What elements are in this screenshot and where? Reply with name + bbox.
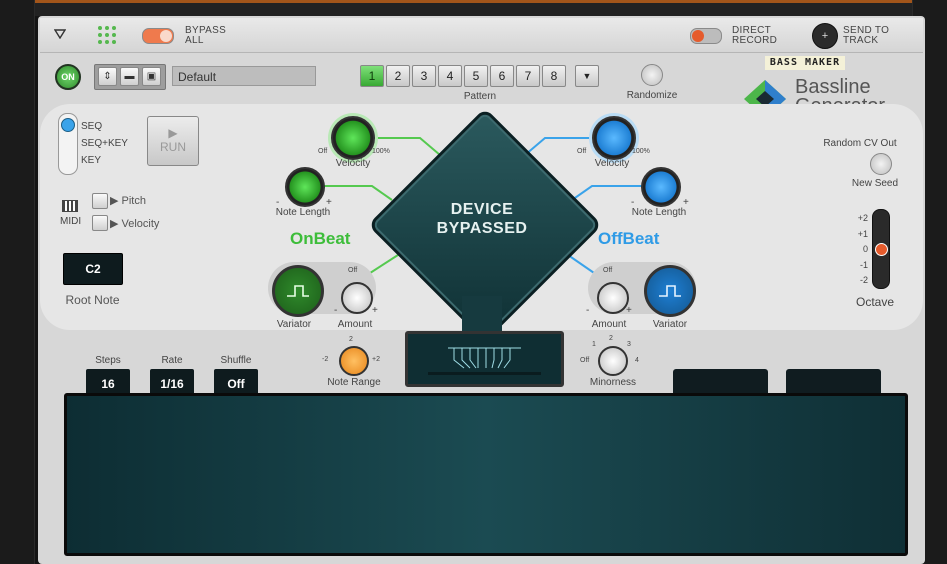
circuit-icon: [428, 347, 541, 375]
offbeat-note-length-knob[interactable]: [641, 167, 681, 207]
offbeat-note-length-label: Note Length: [631, 207, 687, 218]
onbeat-title: OnBeat: [290, 229, 351, 248]
minorness-mark-2: 2: [609, 335, 613, 342]
offbeat-amount-minus: -: [586, 305, 590, 316]
offbeat-amount-knob[interactable]: [597, 282, 629, 314]
minorness-label: Minorness: [589, 377, 637, 388]
square-wave-icon: [287, 285, 309, 297]
offbeat-variator-label: Variator: [652, 319, 688, 330]
new-seed-button[interactable]: [870, 153, 892, 175]
note-range-knob[interactable]: [339, 346, 369, 376]
note-range-mid: 2: [349, 336, 353, 343]
onbeat-amount-minus: -: [334, 305, 338, 316]
sequencer-tab-1[interactable]: [673, 369, 768, 395]
note-range-min: -2: [322, 356, 329, 363]
onbeat-variator-label: Variator: [276, 319, 312, 330]
onbeat-amount-plus: +: [372, 305, 378, 316]
display-stem: [462, 296, 502, 332]
minorness-mark-4: 4: [635, 357, 639, 364]
onbeat-note-length-knob[interactable]: [285, 167, 325, 207]
device-base-display: [405, 331, 564, 387]
onbeat-amount-knob[interactable]: [341, 282, 373, 314]
offbeat-velocity-knob[interactable]: [592, 116, 636, 160]
onbeat-velocity-label: Velocity: [335, 158, 371, 169]
offbeat-amount-label: Amount: [591, 319, 627, 330]
note-range-max: +2: [372, 356, 380, 363]
octave-marks: +2 +1 0 -1 -2: [857, 213, 868, 285]
minorness-knob[interactable]: [598, 346, 628, 376]
new-seed-label: New Seed: [851, 178, 899, 189]
note-range-label: Note Range: [327, 377, 381, 388]
onbeat-velocity-min: Off: [318, 148, 328, 155]
onbeat-variator-button[interactable]: [272, 265, 324, 317]
steps-label: Steps: [95, 355, 121, 366]
offbeat-velocity-min: Off: [577, 148, 587, 155]
onbeat-velocity-max: 100%: [372, 148, 390, 155]
offbeat-amount-plus: +: [626, 305, 632, 316]
sequencer-grid[interactable]: [64, 393, 908, 556]
onbeat-amount-off: Off: [348, 267, 358, 274]
shuffle-label: Shuffle: [220, 355, 252, 366]
random-cv-label: Random CV Out: [823, 138, 897, 149]
offbeat-velocity-max: 100%: [632, 148, 650, 155]
octave-slider-handle[interactable]: [875, 243, 888, 256]
onbeat-note-length-label: Note Length: [275, 207, 331, 218]
square-wave-icon: [659, 285, 681, 297]
offbeat-variator-button[interactable]: [644, 265, 696, 317]
device-bypassed-text: DEVICE BYPASSED: [436, 201, 528, 237]
minorness-mark-3: 3: [627, 341, 631, 348]
onbeat-velocity-knob[interactable]: [331, 116, 375, 160]
minorness-mark-off: Off: [580, 357, 590, 364]
minorness-mark-1: 1: [592, 341, 596, 348]
rate-label: Rate: [161, 355, 183, 366]
offbeat-velocity-label: Velocity: [594, 158, 630, 169]
sequencer-tab-2[interactable]: [786, 369, 881, 395]
offbeat-title: OffBeat: [598, 229, 660, 248]
octave-label: Octave: [855, 295, 894, 309]
onbeat-amount-label: Amount: [337, 319, 373, 330]
offbeat-amount-off: Off: [603, 267, 613, 274]
